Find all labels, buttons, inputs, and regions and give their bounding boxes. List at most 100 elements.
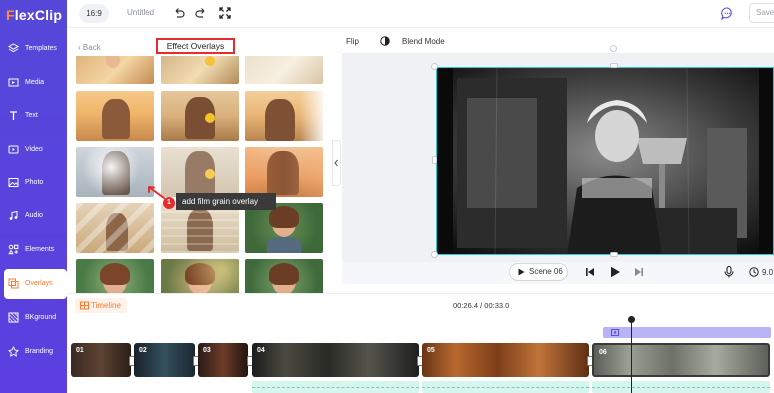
sidebar: FlexClip Templates Media Text Video Phot… <box>0 0 67 393</box>
overlay-thumbnail[interactable] <box>76 147 154 197</box>
undo-icon[interactable] <box>173 7 185 19</box>
timeline-header: Timeline 00:26.4 / 00:33.0 <box>67 293 774 317</box>
clock-icon <box>749 267 759 277</box>
aspect-ratio-button[interactable]: 16:9 <box>79 4 109 23</box>
preview-toolbar: Flip Blend Mode <box>342 28 774 54</box>
overlay-thumbnail[interactable] <box>161 259 239 293</box>
video-preview[interactable] <box>436 67 774 255</box>
chevron-left-icon: ‹ <box>78 43 81 52</box>
chat-icon[interactable] <box>721 7 734 20</box>
audio-track[interactable] <box>422 381 589 393</box>
playback-controls: Scene 06 9.0 <box>342 262 774 284</box>
sidebar-item-media[interactable]: Media <box>0 68 67 98</box>
next-scene-icon[interactable] <box>634 267 644 277</box>
annotation-callout: add film grain overlay <box>176 193 276 210</box>
rotate-handle[interactable] <box>610 45 617 52</box>
sidebar-item-label: Media <box>25 79 45 86</box>
timeline-icon <box>80 301 89 310</box>
overlay-thumbnail[interactable] <box>245 91 323 141</box>
chevron-left-icon <box>334 159 338 167</box>
sidebar-item-text[interactable]: Text <box>0 101 67 131</box>
media-icon <box>8 78 19 87</box>
sidebar-item-label: BKground <box>25 314 57 321</box>
sidebar-item-branding[interactable]: Branding <box>0 337 67 367</box>
resize-handle[interactable] <box>431 63 438 70</box>
app-logo: FlexClip <box>6 7 63 23</box>
blend-mode-button[interactable]: Blend Mode <box>402 37 445 46</box>
resize-handle[interactable] <box>610 252 618 257</box>
overlay-thumbnail[interactable] <box>245 203 323 253</box>
timeline-tab[interactable]: Timeline <box>75 298 127 313</box>
resize-handle[interactable] <box>431 251 438 258</box>
timeline-clip[interactable]: 01 <box>71 343 131 377</box>
sidebar-item-label: Templates <box>25 45 57 52</box>
audio-track[interactable] <box>252 381 419 393</box>
sidebar-item-photo[interactable]: Photo <box>0 168 67 198</box>
playhead-handle[interactable] <box>628 316 635 323</box>
scene-label: Scene 06 <box>529 267 563 276</box>
clip-number: 03 <box>203 347 211 354</box>
overlay-thumbnail[interactable] <box>161 147 239 197</box>
play-icon[interactable] <box>610 266 621 278</box>
sidebar-item-audio[interactable]: Audio <box>0 201 67 231</box>
annotation-arrow-icon <box>148 186 165 199</box>
sidebar-item-label: Overlays <box>25 280 53 287</box>
overlay-thumbnail[interactable] <box>245 259 323 293</box>
microphone-icon[interactable] <box>724 266 734 278</box>
audio-track[interactable] <box>592 381 770 393</box>
timeline-clip[interactable]: 03 <box>198 343 248 377</box>
timeline-clip[interactable]: 04 <box>252 343 419 377</box>
background-icon <box>8 312 19 323</box>
branding-icon <box>8 346 19 357</box>
audio-icon <box>9 210 18 220</box>
overlay-thumbnail[interactable] <box>76 56 154 84</box>
collapse-panel-button[interactable] <box>332 140 341 186</box>
overlay-track-clip[interactable] <box>603 327 771 338</box>
overlay-thumbnail[interactable] <box>245 147 323 197</box>
scene-selector[interactable]: Scene 06 <box>509 263 568 281</box>
overlay-thumbnail[interactable] <box>161 91 239 141</box>
sidebar-item-label: Video <box>25 146 43 153</box>
blend-mode-icon <box>380 36 390 46</box>
film-scene-image <box>437 68 773 254</box>
project-name[interactable]: Untitled <box>127 8 154 17</box>
timeline-tab-label: Timeline <box>91 301 121 310</box>
save-button[interactable]: Saved <box>749 3 774 23</box>
back-label: Back <box>82 43 101 52</box>
back-button[interactable]: ‹ Back <box>78 43 101 52</box>
clip-number: 06 <box>599 349 607 356</box>
resize-handle[interactable] <box>610 63 618 68</box>
overlay-thumbnail[interactable] <box>76 203 154 253</box>
flexclip-editor: FlexClip Templates Media Text Video Phot… <box>0 0 774 393</box>
photo-icon <box>8 178 19 187</box>
playhead[interactable] <box>631 319 632 393</box>
sidebar-item-overlays[interactable]: Overlays <box>4 269 67 299</box>
timeline-clip[interactable]: 05 <box>422 343 589 377</box>
overlay-thumbnail[interactable] <box>76 91 154 141</box>
overlay-thumbnail[interactable] <box>161 56 239 84</box>
timeline-clip-selected[interactable]: 06 <box>592 343 770 377</box>
timeline-ruler <box>67 317 774 324</box>
sidebar-item-elements[interactable]: Elements <box>0 235 67 265</box>
sidebar-item-label: Branding <box>25 348 54 355</box>
sidebar-item-video[interactable]: Video <box>0 135 67 165</box>
clip-number: 01 <box>76 347 84 354</box>
clip-number: 04 <box>257 347 265 354</box>
text-icon <box>10 111 17 120</box>
overlay-thumbnail[interactable] <box>245 56 323 84</box>
previous-scene-icon[interactable] <box>585 267 595 277</box>
fullscreen-icon[interactable] <box>219 7 231 19</box>
sidebar-item-bkground[interactable]: BKground <box>0 303 67 333</box>
redo-icon[interactable] <box>195 7 207 19</box>
sidebar-item-templates[interactable]: Templates <box>0 34 67 64</box>
templates-icon <box>8 43 19 53</box>
timeline-clip[interactable]: 02 <box>134 343 195 377</box>
sidebar-item-label: Photo <box>25 179 44 186</box>
resize-handle[interactable] <box>432 156 437 164</box>
top-bar: 16:9 Untitled Saved <box>67 0 774 28</box>
elements-icon <box>8 244 19 255</box>
flip-button[interactable]: Flip <box>346 37 359 46</box>
overlay-thumbnail[interactable] <box>76 259 154 293</box>
overlays-panel: ‹ Back Effect Overlays <box>67 28 333 293</box>
overlay-thumbnail[interactable] <box>161 203 239 253</box>
